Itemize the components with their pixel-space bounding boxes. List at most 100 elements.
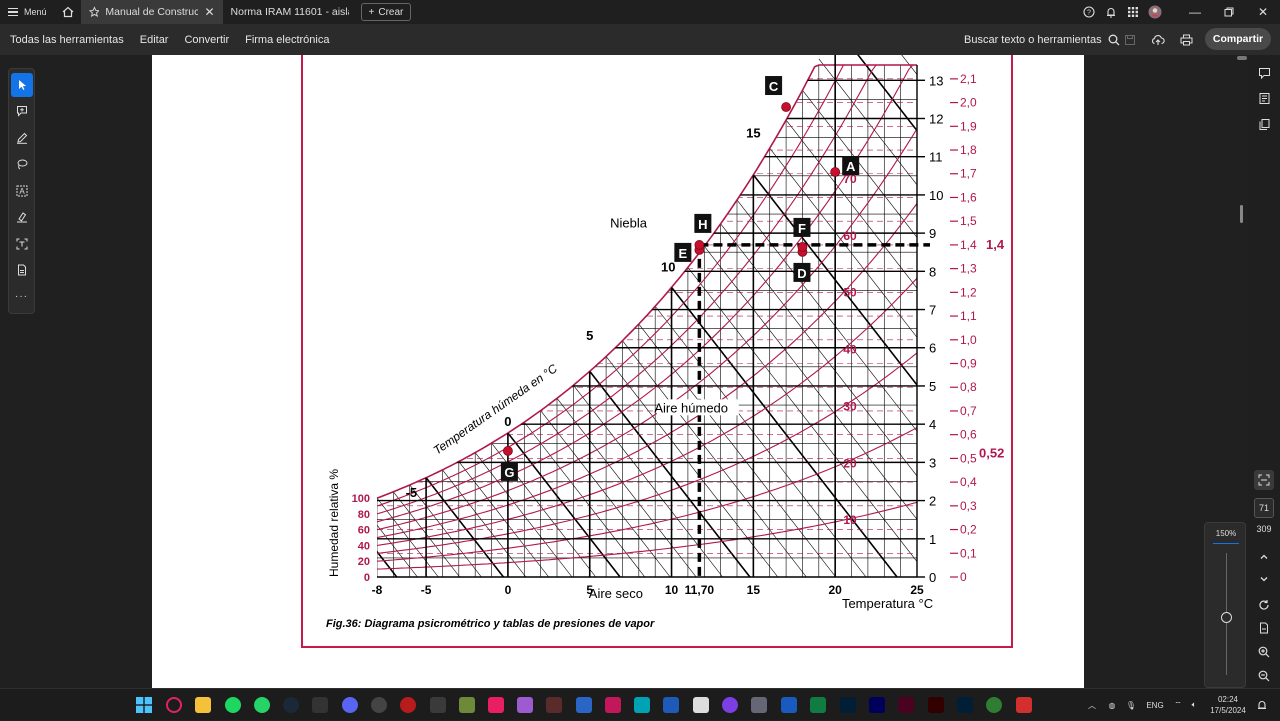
star-icon[interactable] [88, 6, 100, 18]
help-icon[interactable]: ? [1078, 0, 1100, 24]
lasso-tool[interactable] [11, 153, 33, 177]
acrobat-icon[interactable] [1016, 697, 1032, 713]
page-number-input[interactable]: 71 [1254, 498, 1274, 518]
menu-convert[interactable]: Convertir [176, 24, 237, 55]
app-purple-icon[interactable] [722, 697, 738, 713]
microphone-icon[interactable]: 🎙︎ [1122, 701, 1140, 710]
tray-chevron-icon[interactable]: ︿ [1082, 700, 1102, 711]
app-red-icon[interactable] [400, 697, 416, 713]
pressure-tick-label: 2,0 [960, 96, 977, 110]
search-tools[interactable]: Buscar texto o herramientas [964, 24, 1120, 55]
menu-e-signature[interactable]: Firma electrónica [237, 24, 337, 55]
avatar[interactable] [1144, 0, 1166, 24]
tab-norma[interactable]: Norma IRAM 11601 - aislam... [223, 0, 357, 24]
app-grey-icon[interactable] [751, 697, 767, 713]
notification-bell-icon[interactable] [1254, 697, 1270, 713]
illustrator-icon[interactable] [928, 697, 944, 713]
app-green-icon[interactable] [986, 697, 1002, 713]
spotify-icon[interactable] [225, 697, 241, 713]
sign-tool[interactable] [11, 206, 33, 230]
fit-page-button[interactable] [1254, 470, 1274, 490]
app-blue-icon[interactable] [663, 697, 679, 713]
revit-icon[interactable] [576, 697, 592, 713]
right-tick-label: 1 [929, 532, 936, 547]
more-tools[interactable]: ··· [11, 285, 33, 309]
indesign-icon[interactable] [898, 697, 914, 713]
bell-icon[interactable] [1100, 0, 1122, 24]
epic-games-icon[interactable] [312, 697, 328, 713]
pages-panel-icon[interactable] [1256, 116, 1272, 132]
zoom-in-icon[interactable] [1256, 644, 1272, 660]
menu-all-tools[interactable]: Todas las herramientas [0, 24, 132, 55]
sketchup-icon[interactable] [693, 697, 709, 713]
minimize-button[interactable]: — [1178, 0, 1212, 24]
tab-manual[interactable]: Manual de Construc... ✕ [80, 0, 223, 24]
close-tab-icon[interactable]: ✕ [204, 5, 214, 19]
point-H [694, 240, 705, 250]
photoshop-icon[interactable] [957, 697, 973, 713]
pressure-tick-label: 0,5 [960, 451, 977, 465]
game-dark-icon[interactable] [546, 697, 562, 713]
minecraft-icon[interactable] [459, 697, 475, 713]
steam-icon[interactable] [283, 697, 299, 713]
3ds-max-icon[interactable] [634, 697, 650, 713]
print-icon[interactable] [1174, 28, 1198, 52]
word-icon[interactable] [781, 697, 797, 713]
maximize-button[interactable] [1212, 0, 1246, 24]
grid-diagonal [556, 398, 697, 577]
menu-button[interactable]: Menú [0, 0, 55, 24]
home-button[interactable] [55, 0, 81, 24]
x-tick-label: 15 [747, 583, 761, 597]
scroll-up-indicator[interactable] [1237, 56, 1247, 60]
zoom-out-icon[interactable] [1256, 668, 1272, 684]
wifi-icon[interactable]: ⌔ [1170, 700, 1186, 710]
more-icon: ··· [15, 291, 28, 303]
game-icon[interactable] [517, 697, 533, 713]
discord-icon[interactable] [342, 697, 358, 713]
comments-panel-icon[interactable] [1256, 65, 1272, 81]
taskbar-clock[interactable]: 02:24 17/5/2024 [1208, 694, 1248, 716]
apps-grid-icon[interactable] [1122, 0, 1144, 24]
volume-icon[interactable]: 🔈︎ [1186, 700, 1202, 710]
rh-label: 60 [843, 229, 857, 243]
cloud-upload-icon[interactable] [1146, 28, 1170, 52]
select-tool[interactable] [10, 73, 33, 97]
app-pink-icon[interactable] [488, 697, 504, 713]
scrollbar-thumb[interactable] [1240, 205, 1243, 223]
bookmark-panel-icon[interactable] [1256, 90, 1272, 106]
zoom-knob[interactable] [1221, 612, 1232, 623]
chevron-up-icon[interactable] [1256, 549, 1272, 565]
rotate-icon[interactable] [1256, 597, 1272, 613]
premiere-icon[interactable] [869, 697, 885, 713]
lightroom-icon[interactable] [840, 697, 856, 713]
restore-icon [1224, 7, 1234, 17]
whatsapp-icon[interactable] [254, 697, 270, 713]
github-icon[interactable] [371, 697, 387, 713]
rh-scale-tick: 100 [352, 493, 370, 505]
network-globe-icon[interactable]: ◍ [1102, 701, 1122, 710]
svg-text:?: ? [1087, 10, 1091, 17]
close-button[interactable]: ✕ [1246, 0, 1280, 24]
create-button[interactable]: + Crear [360, 3, 412, 21]
opera-browser-icon[interactable] [166, 697, 182, 713]
share-button[interactable]: Compartir [1205, 28, 1271, 50]
svg-text:A: A [19, 187, 25, 196]
start-menu-icon[interactable] [136, 697, 152, 713]
chevron-down-icon[interactable] [1256, 571, 1272, 587]
app-dark-icon[interactable] [430, 697, 446, 713]
excel-icon[interactable] [810, 697, 826, 713]
save-icon[interactable] [1118, 28, 1142, 52]
text-tool[interactable]: A [11, 179, 33, 203]
export-tool[interactable] [11, 259, 33, 283]
autocad-icon[interactable] [605, 697, 621, 713]
scan-tool[interactable] [11, 232, 33, 256]
right-tick-label: 5 [929, 379, 936, 394]
menu-edit[interactable]: Editar [132, 24, 177, 55]
draw-tool[interactable] [11, 126, 33, 150]
page-save-icon[interactable] [1256, 620, 1272, 636]
y-axis-label: Humedad relativa % [327, 469, 341, 577]
file-explorer-icon[interactable] [195, 697, 211, 713]
comment-tool[interactable] [11, 100, 33, 124]
language-indicator[interactable]: ENG [1140, 701, 1170, 710]
fit-icon [1258, 474, 1270, 486]
